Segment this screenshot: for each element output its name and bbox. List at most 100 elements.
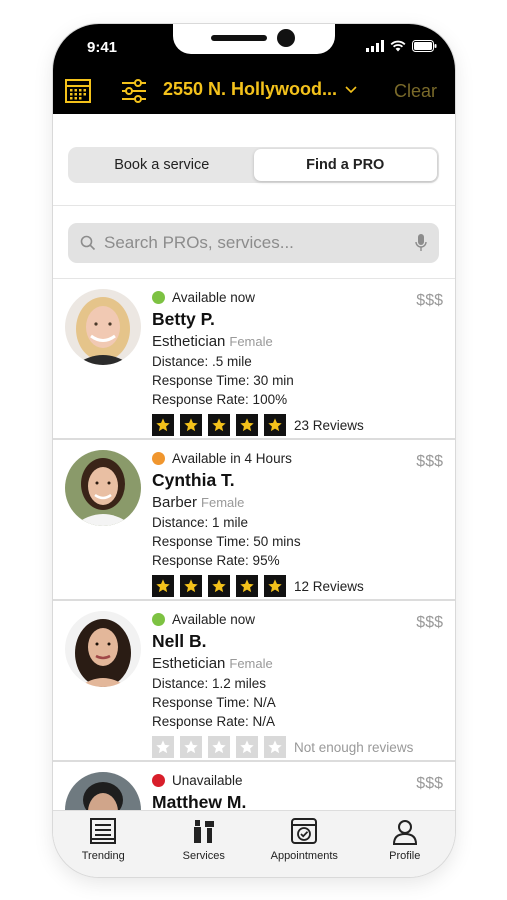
- tab-find-a-pro[interactable]: Find a PRO: [253, 149, 437, 181]
- segmented-control: Book a service Find a PRO: [68, 147, 439, 183]
- calendar-icon: [65, 79, 91, 103]
- filter-sliders-icon: [122, 79, 146, 103]
- gender-text: Female: [201, 495, 245, 510]
- tab-trending[interactable]: Trending: [53, 811, 154, 877]
- pro-name: Matthew M.: [152, 792, 247, 810]
- trending-icon: [90, 818, 117, 844]
- availability-text: Available now: [172, 289, 256, 305]
- location-selector[interactable]: 2550 N. Hollywood...: [163, 79, 357, 100]
- camera: [277, 29, 295, 47]
- star-icon: [152, 414, 174, 436]
- response-rate: Response Rate: 95%: [152, 553, 280, 568]
- gender-text: Female: [229, 334, 273, 349]
- wifi-icon: [390, 40, 406, 52]
- pro-role: Barber Female: [152, 494, 443, 511]
- status-dot: [152, 451, 165, 465]
- address-text: 2550 N. Hollywood...: [163, 79, 338, 99]
- price-level: $$$: [416, 614, 443, 631]
- clear-button[interactable]: Clear: [394, 81, 437, 102]
- status-dot: [152, 773, 165, 787]
- avatar: [65, 450, 141, 526]
- distance: Distance: 1 mile: [152, 515, 249, 530]
- pro-info: Unavailable Matthew M.: [152, 772, 443, 810]
- microphone-icon[interactable]: [415, 233, 427, 253]
- battery-icon: [412, 40, 437, 52]
- review-count: 23 Reviews: [294, 417, 364, 433]
- availability-text: Available in 4 Hours: [172, 450, 292, 466]
- response-rate: Response Rate: 100%: [152, 392, 288, 407]
- availability: Unavailable: [152, 772, 443, 788]
- status-dot: [152, 612, 165, 626]
- pro-card[interactable]: Available now Nell B. Esthetician Female …: [53, 601, 455, 762]
- tab-book-a-service[interactable]: Book a service: [70, 149, 254, 181]
- bottom-tab-bar: Trending Services Appointments Profile: [53, 810, 455, 877]
- search-input[interactable]: Search PROs, services...: [68, 223, 439, 263]
- star-icon: [208, 414, 230, 436]
- pro-card[interactable]: Available in 4 Hours Cynthia T. Barber Fe…: [53, 440, 455, 601]
- avatar: [65, 289, 141, 365]
- star-empty-icon: [264, 736, 286, 758]
- star-empty-icon: [152, 736, 174, 758]
- tab-label: Trending: [81, 850, 125, 862]
- pro-card[interactable]: Unavailable Matthew M. $$$: [53, 762, 455, 810]
- filter-button[interactable]: [121, 79, 147, 103]
- price-level: $$$: [416, 775, 443, 792]
- status-dot: [152, 290, 165, 304]
- availability-text: Available now: [172, 611, 256, 627]
- pro-name: Nell B.: [152, 631, 207, 651]
- response-time: Response Time: N/A: [152, 695, 276, 710]
- star-icon: [264, 414, 286, 436]
- star-icon: [236, 414, 258, 436]
- rating: 23 Reviews: [152, 414, 443, 436]
- review-count: Not enough reviews: [294, 739, 414, 755]
- gender-text: Female: [229, 656, 273, 671]
- chevron-down-icon: [345, 85, 357, 93]
- status-icons: [366, 40, 437, 52]
- tab-profile[interactable]: Profile: [355, 811, 456, 877]
- notch: [173, 24, 335, 54]
- response-rate: Response Rate: N/A: [152, 714, 276, 729]
- availability: Available in 4 Hours: [152, 450, 443, 466]
- speaker: [211, 35, 267, 41]
- avatar: [65, 611, 141, 687]
- tab-label: Profile: [389, 850, 421, 862]
- availability: Available now: [152, 289, 443, 305]
- status-time: 9:41: [87, 39, 118, 56]
- main-content: Book a service Find a PRO Search PROs, s…: [53, 114, 455, 810]
- star-icon: [208, 575, 230, 597]
- services-icon: [193, 820, 214, 843]
- phone-frame: 9:41 2550 N. Hollywood... Clear Book a s…: [53, 24, 455, 877]
- search-section: Search PROs, services...: [53, 206, 455, 279]
- star-icon: [152, 575, 174, 597]
- header-bar: 9:41 2550 N. Hollywood... Clear: [53, 24, 455, 114]
- response-time: Response Time: 50 mins: [152, 534, 301, 549]
- tab-label: Services: [182, 850, 225, 862]
- star-empty-icon: [236, 736, 258, 758]
- pro-info: Available in 4 Hours Cynthia T. Barber Fe…: [152, 450, 443, 597]
- price-level: $$$: [416, 292, 443, 309]
- tab-appointments[interactable]: Appointments: [254, 811, 355, 877]
- availability: Available now: [152, 611, 443, 627]
- review-count: 12 Reviews: [294, 578, 364, 594]
- star-icon: [180, 414, 202, 436]
- signal-icon: [366, 40, 384, 52]
- response-time: Response Time: 30 min: [152, 373, 294, 388]
- calendar-button[interactable]: [65, 78, 91, 104]
- price-level: $$$: [416, 453, 443, 470]
- pro-role: Esthetician Female: [152, 333, 443, 350]
- tab-services[interactable]: Services: [154, 811, 255, 877]
- distance: Distance: .5 mile: [152, 354, 252, 369]
- availability-text: Unavailable: [172, 772, 243, 788]
- appointments-icon: [291, 818, 318, 844]
- pro-card[interactable]: Available now Betty P. Esthetician Female…: [53, 279, 455, 440]
- search-icon: [80, 235, 96, 251]
- role-text: Esthetician: [152, 333, 226, 350]
- pro-info: Available now Betty P. Esthetician Female…: [152, 289, 443, 436]
- avatar: [65, 772, 141, 810]
- role-text: Esthetician: [152, 655, 226, 672]
- star-icon: [180, 575, 202, 597]
- tab-label: Appointments: [270, 850, 338, 862]
- distance: Distance: 1.2 miles: [152, 676, 267, 691]
- rating: 12 Reviews: [152, 575, 443, 597]
- pro-role: Esthetician Female: [152, 655, 443, 672]
